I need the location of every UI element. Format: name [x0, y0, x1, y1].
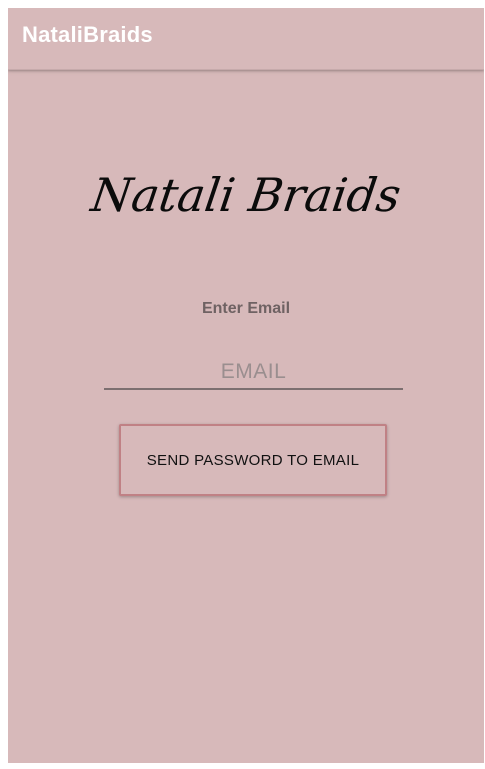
- email-input[interactable]: [104, 356, 403, 390]
- enter-email-label: Enter Email: [201, 300, 291, 317]
- send-password-button[interactable]: SEND PASSWORD TO EMAIL: [119, 424, 387, 496]
- app-title: NataliBraids: [22, 22, 153, 47]
- forgot-password-screen: NataliBraids Natali Braids Enter Email S…: [8, 8, 484, 763]
- app-bar: NataliBraids: [8, 8, 484, 70]
- brand-logo-text: Natali Braids: [87, 168, 405, 222]
